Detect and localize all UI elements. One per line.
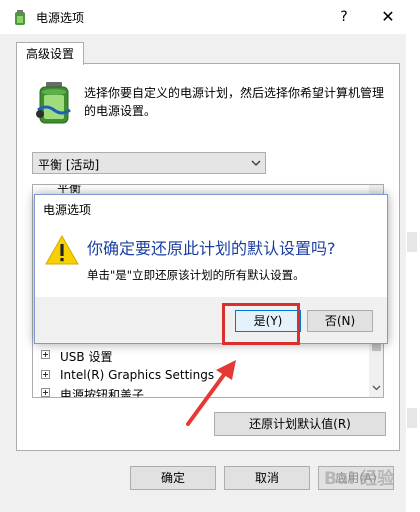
- expand-plus-icon[interactable]: [41, 388, 50, 397]
- dialog-button-bar: 是(Y) 否(N): [35, 297, 387, 343]
- confirm-dialog: 电源选项 你确定要还原此计划的默认设置吗? 单击"是"立即还原该计划的所有默认设…: [34, 194, 388, 344]
- expand-plus-icon[interactable]: [41, 370, 50, 379]
- tab-advanced-settings[interactable]: 高级设置: [16, 42, 84, 65]
- window-title: 电源选项: [36, 11, 85, 25]
- tree-item-label: 电源按钮和盖子: [60, 388, 145, 398]
- dialog-body: 你确定要还原此计划的默认设置吗? 单击"是"立即还原该计划的所有默认设置。: [35, 223, 387, 297]
- background-window-edge: [406, 34, 420, 512]
- close-button[interactable]: ✕: [374, 5, 402, 29]
- chevron-down-icon: [251, 160, 261, 166]
- power-options-window: 电源选项 ? ✕ 高级设置 选择你要自定义的电源计划，然后选择你希望计算机管理的…: [0, 0, 420, 512]
- background-edge-mark: [407, 232, 417, 252]
- background-edge-mark: [407, 408, 417, 428]
- dialog-question: 你确定要还原此计划的默认设置吗?: [87, 239, 336, 258]
- cancel-button[interactable]: 取消: [224, 466, 310, 490]
- expand-plus-icon[interactable]: [41, 350, 50, 359]
- tree-item-label: USB 设置: [60, 350, 113, 364]
- dialog-detail: 单击"是"立即还原该计划的所有默认设置。: [87, 268, 305, 282]
- warning-icon: [45, 235, 79, 265]
- title-bar: 电源选项 ? ✕: [0, 0, 420, 34]
- panel-description: 选择你要自定义的电源计划，然后选择你希望计算机管理的电源设置。: [84, 86, 385, 118]
- no-button[interactable]: 否(N): [307, 310, 373, 332]
- annotation-arrow-icon: [186, 360, 236, 426]
- dialog-title: 电源选项: [43, 203, 92, 217]
- watermark: Bai 经验: [324, 469, 395, 489]
- plan-select-value: 平衡 [活动]: [38, 158, 100, 172]
- power-options-icon: [15, 10, 25, 25]
- help-button[interactable]: ?: [330, 5, 358, 29]
- annotation-highlight-box: [222, 303, 300, 345]
- chevron-down-icon[interactable]: [372, 383, 381, 392]
- plan-select[interactable]: 平衡 [活动]: [32, 152, 266, 174]
- ok-button[interactable]: 确定: [130, 466, 216, 490]
- battery-icon: [36, 82, 71, 124]
